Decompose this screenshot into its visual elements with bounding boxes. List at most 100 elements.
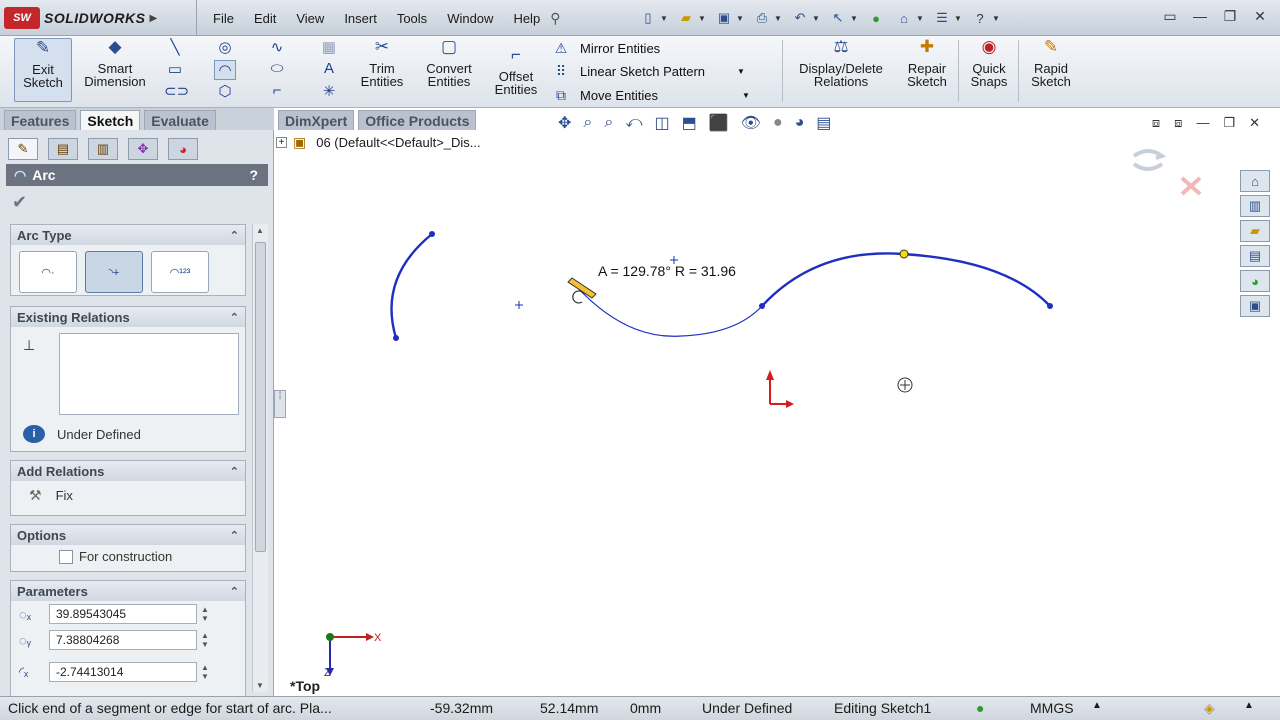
smart-dimension-button[interactable]: ◆ Smart Dimension (76, 38, 154, 88)
trim-entities-button[interactable]: ✂ Trim Entities (356, 38, 408, 88)
relations-list[interactable] (59, 333, 239, 415)
options-icon[interactable]: ☰ (932, 8, 952, 28)
start-x-spinner[interactable]: ▲ ▼ (201, 663, 215, 681)
menu-insert[interactable]: Insert (334, 11, 387, 26)
linear-sketch-pattern-button[interactable]: ⠿ Linear Sketch Pattern ▼ (550, 63, 745, 80)
save-dropdown-icon[interactable]: ▼ (736, 14, 746, 23)
view-palette-icon[interactable]: ▤ (1240, 245, 1270, 267)
open-folder-icon[interactable]: ▰ (676, 8, 696, 28)
add-relations-header[interactable]: Add Relations ⌃ (11, 461, 245, 481)
logo-arrow-icon[interactable]: ▶ (149, 13, 157, 24)
custom-properties-icon[interactable]: ▣ (1240, 295, 1270, 317)
doc-minimize-icon[interactable]: — (1196, 115, 1209, 131)
center-x-spinner[interactable]: ▲ ▼ (201, 605, 215, 623)
for-construction-option[interactable]: For construction (59, 549, 172, 564)
dimxpert-manager-tab-icon[interactable]: ✥ (128, 138, 158, 160)
tab-features[interactable]: Features (4, 110, 77, 130)
feature-manager-tab-icon[interactable]: ✎ (8, 138, 38, 160)
design-library-icon[interactable]: ▥ (1240, 195, 1270, 217)
menu-view[interactable]: View (286, 11, 334, 26)
repair-sketch-button[interactable]: ✚ Repair Sketch (900, 38, 954, 88)
collapse-icon[interactable]: ⌃ (230, 585, 239, 598)
cascade-icon[interactable]: ⧈ (1174, 115, 1182, 131)
menu-tools[interactable]: Tools (387, 11, 437, 26)
arc-endpoint[interactable] (759, 303, 765, 309)
file-properties-icon[interactable]: ⌂ (894, 8, 914, 28)
plane-tool-icon[interactable]: ▦ (318, 38, 340, 58)
pattern-dropdown-icon[interactable]: ▼ (737, 67, 745, 76)
scroll-down-icon[interactable]: ▼ (256, 681, 264, 690)
panel-splitter-handle[interactable]: ⁞ (274, 390, 286, 418)
tile-icon[interactable]: ⧈ (1152, 115, 1160, 131)
fillet-tool-icon[interactable]: ⌐ (266, 82, 288, 102)
statusbar-dropdown-icon[interactable]: ▲ (1244, 700, 1254, 711)
exit-sketch-button[interactable]: ✎ Exit Sketch (14, 38, 72, 102)
print-icon[interactable]: ⎙ (752, 8, 772, 28)
undo-icon[interactable]: ↶ (790, 8, 810, 28)
scroll-up-icon[interactable]: ▲ (256, 226, 264, 235)
text-tool-icon[interactable]: A (318, 60, 340, 80)
help-icon[interactable]: ? (970, 8, 990, 28)
panel-scrollbar[interactable]: ▲ ▼ (252, 224, 268, 692)
collapse-icon[interactable]: ⌃ (230, 529, 239, 542)
help-dropdown-icon[interactable]: ▼ (992, 14, 1002, 23)
for-construction-checkbox[interactable] (59, 549, 73, 564)
confirmation-corner[interactable] (1132, 149, 1202, 196)
properties-dropdown-icon[interactable]: ▼ (916, 14, 926, 23)
close-icon[interactable]: ✕ (1248, 6, 1272, 26)
circle-tool-icon[interactable]: ◎ (214, 38, 236, 58)
ellipse-tool-icon[interactable]: ⬭ (266, 60, 288, 80)
start-x-field[interactable]: -2.74413014 (49, 662, 197, 682)
arc-endpoint[interactable] (393, 335, 399, 341)
rebuild-traffic-light-icon[interactable]: ● (866, 8, 886, 28)
quick-snaps-button[interactable]: ◉ Quick Snaps (964, 38, 1014, 88)
app-logo[interactable]: SW SOLIDWORKS ▶ (4, 6, 180, 30)
sketch-arc-left[interactable] (390, 233, 433, 339)
collapse-icon[interactable]: ⌃ (230, 311, 239, 324)
rectangle-tool-icon[interactable]: ▭ (164, 60, 186, 80)
line-tool-icon[interactable]: ╲ (164, 38, 186, 58)
point-tool-icon[interactable]: ✳ (318, 82, 340, 102)
center-y-field[interactable]: 7.38804268 (49, 630, 197, 650)
rebuild-status-icon[interactable]: ● (976, 700, 984, 716)
property-manager-tab-icon[interactable]: ▤ (48, 138, 78, 160)
print-dropdown-icon[interactable]: ▼ (774, 14, 784, 23)
tag-icon[interactable]: ◈ (1204, 700, 1215, 717)
save-icon[interactable]: ▣ (714, 8, 734, 28)
sketch-canvas[interactable]: X Z (286, 130, 1280, 696)
arc-endpoint[interactable] (1047, 303, 1053, 309)
solidworks-resources-icon[interactable]: ⌂ (1240, 170, 1270, 192)
slot-tool-icon[interactable]: ⊂⊃ (164, 82, 189, 102)
doc-close-icon[interactable]: ✕ (1249, 115, 1260, 131)
tab-dimxpert[interactable]: DimXpert (278, 110, 355, 130)
convert-entities-button[interactable]: ▢ Convert Entities (416, 38, 482, 88)
maximize-icon[interactable]: ❐ (1218, 6, 1242, 26)
spline-tool-icon[interactable]: ∿ (266, 38, 288, 58)
centerpoint-arc-icon[interactable]: ◠· (19, 251, 77, 293)
collapse-icon[interactable]: ⌃ (230, 229, 239, 242)
open-dropdown-icon[interactable]: ▼ (698, 14, 708, 23)
tab-sketch[interactable]: Sketch (80, 110, 141, 130)
file-explorer-icon[interactable]: ▰ (1240, 220, 1270, 242)
mirror-entities-button[interactable]: ⚠ Mirror Entities (550, 40, 660, 57)
undo-dropdown-icon[interactable]: ▼ (812, 14, 822, 23)
ok-check-icon[interactable]: ✔ (12, 192, 27, 213)
collapse-icon[interactable]: ⌃ (230, 465, 239, 478)
arc-tool-icon[interactable]: ◠ (214, 60, 236, 80)
midpoint-marker[interactable] (899, 249, 909, 259)
menu-help[interactable]: Help (503, 11, 550, 26)
units-dropdown-icon[interactable]: ▲ (1092, 700, 1102, 711)
offset-entities-button[interactable]: ⌐ Offset Entities (488, 46, 544, 96)
rapid-sketch-button[interactable]: ✎ Rapid Sketch (1024, 38, 1078, 88)
restore-panel-icon[interactable]: ▭ (1158, 6, 1182, 26)
scroll-thumb[interactable] (255, 242, 266, 552)
select-cursor-icon[interactable]: ↖ (828, 8, 848, 28)
existing-relations-header[interactable]: Existing Relations ⌃ (11, 307, 245, 327)
help-button[interactable]: ? (249, 167, 258, 183)
options-dropdown-icon[interactable]: ▼ (954, 14, 964, 23)
tangent-arc-icon[interactable]: ◝+ (85, 251, 143, 293)
minimize-icon[interactable]: — (1188, 6, 1212, 26)
configuration-manager-tab-icon[interactable]: ▥ (88, 138, 118, 160)
arc-type-header[interactable]: Arc Type ⌃ (11, 225, 245, 245)
doc-restore-icon[interactable]: ❐ (1223, 115, 1235, 131)
